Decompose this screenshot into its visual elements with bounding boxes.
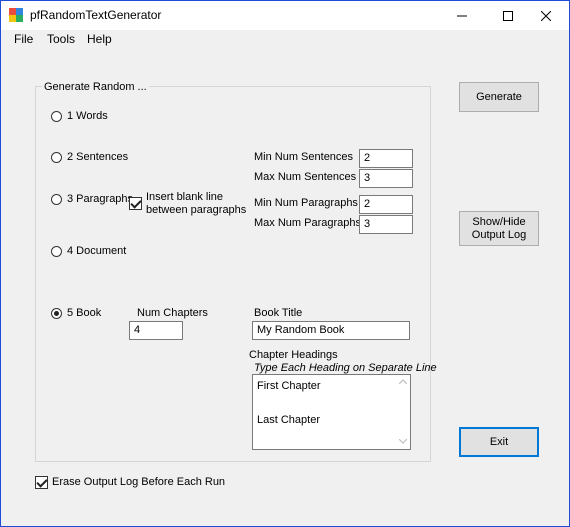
menu-bar: File Tools Help [1,30,569,49]
book-title-input[interactable]: My Random Book [252,321,410,340]
max-paragraphs-label: Max Num Paragraphs [254,217,361,229]
min-sentences-label: Min Num Sentences [254,151,354,163]
groupbox-legend: Generate Random ... [42,81,149,93]
menu-help[interactable]: Help [87,32,112,46]
menu-tools[interactable]: Tools [47,32,75,46]
book-title-label: Book Title [254,307,303,319]
insert-blank-line-checkbox[interactable] [129,197,142,210]
erase-log-checkbox[interactable] [35,476,48,489]
minimize-icon [457,15,467,16]
erase-log-label[interactable]: Erase Output Log Before Each Run [52,476,225,488]
generate-button[interactable]: Generate [459,82,539,112]
close-icon [541,10,551,21]
radio-words[interactable] [51,111,62,122]
maximize-icon [503,10,513,21]
radio-book[interactable] [51,308,62,319]
chapter-headings-textarea[interactable]: First Chapter Last Chapter [252,374,411,450]
chapter-headings-label: Chapter Headings [249,349,338,361]
app-icon [9,8,23,22]
show-hide-label-2: Output Log [471,228,527,241]
chapter-heading-line: First Chapter [257,380,321,392]
chapter-headings-hint: Type Each Heading on Separate Line [254,362,437,374]
radio-document-label[interactable]: 4 Document [67,245,126,257]
radio-sentences[interactable] [51,152,62,163]
max-sentences-input[interactable]: 3 [359,169,413,188]
exit-button[interactable]: Exit [459,427,539,457]
min-paragraphs-input[interactable]: 2 [359,195,413,214]
min-paragraphs-label: Min Num Paragraphs [254,197,358,209]
num-chapters-input[interactable]: 4 [129,321,183,340]
insert-blank-line-label-2[interactable]: between paragraphs [146,204,246,216]
scroll-up-icon[interactable] [399,379,407,384]
show-hide-label-1: Show/Hide [472,215,526,228]
window-title: pfRandomTextGenerator [30,8,162,22]
insert-blank-line-label-1[interactable]: Insert blank line [146,191,223,203]
chapter-heading-line: Last Chapter [257,414,320,426]
min-sentences-input[interactable]: 2 [359,149,413,168]
main-window: pfRandomTextGenerator File Tools Help Ge… [0,0,570,527]
num-chapters-label: Num Chapters [137,307,208,319]
scroll-down-icon[interactable] [399,439,407,444]
minimize-button[interactable] [439,1,485,30]
textarea-scrollbar[interactable] [396,375,410,449]
title-bar[interactable]: pfRandomTextGenerator [1,1,569,30]
radio-words-label[interactable]: 1 Words [67,110,108,122]
generate-button-label: Generate [476,90,522,103]
max-paragraphs-input[interactable]: 3 [359,215,413,234]
radio-paragraphs-label[interactable]: 3 Paragraphs [67,193,133,205]
max-sentences-label: Max Num Sentences [254,171,357,183]
exit-button-label: Exit [489,435,509,448]
radio-sentences-label[interactable]: 2 Sentences [67,151,128,163]
close-button[interactable] [523,1,569,30]
radio-paragraphs[interactable] [51,194,62,205]
radio-book-label[interactable]: 5 Book [67,307,101,319]
radio-document[interactable] [51,246,62,257]
show-hide-log-button[interactable]: Show/Hide Output Log [459,211,539,246]
menu-file[interactable]: File [14,32,33,46]
